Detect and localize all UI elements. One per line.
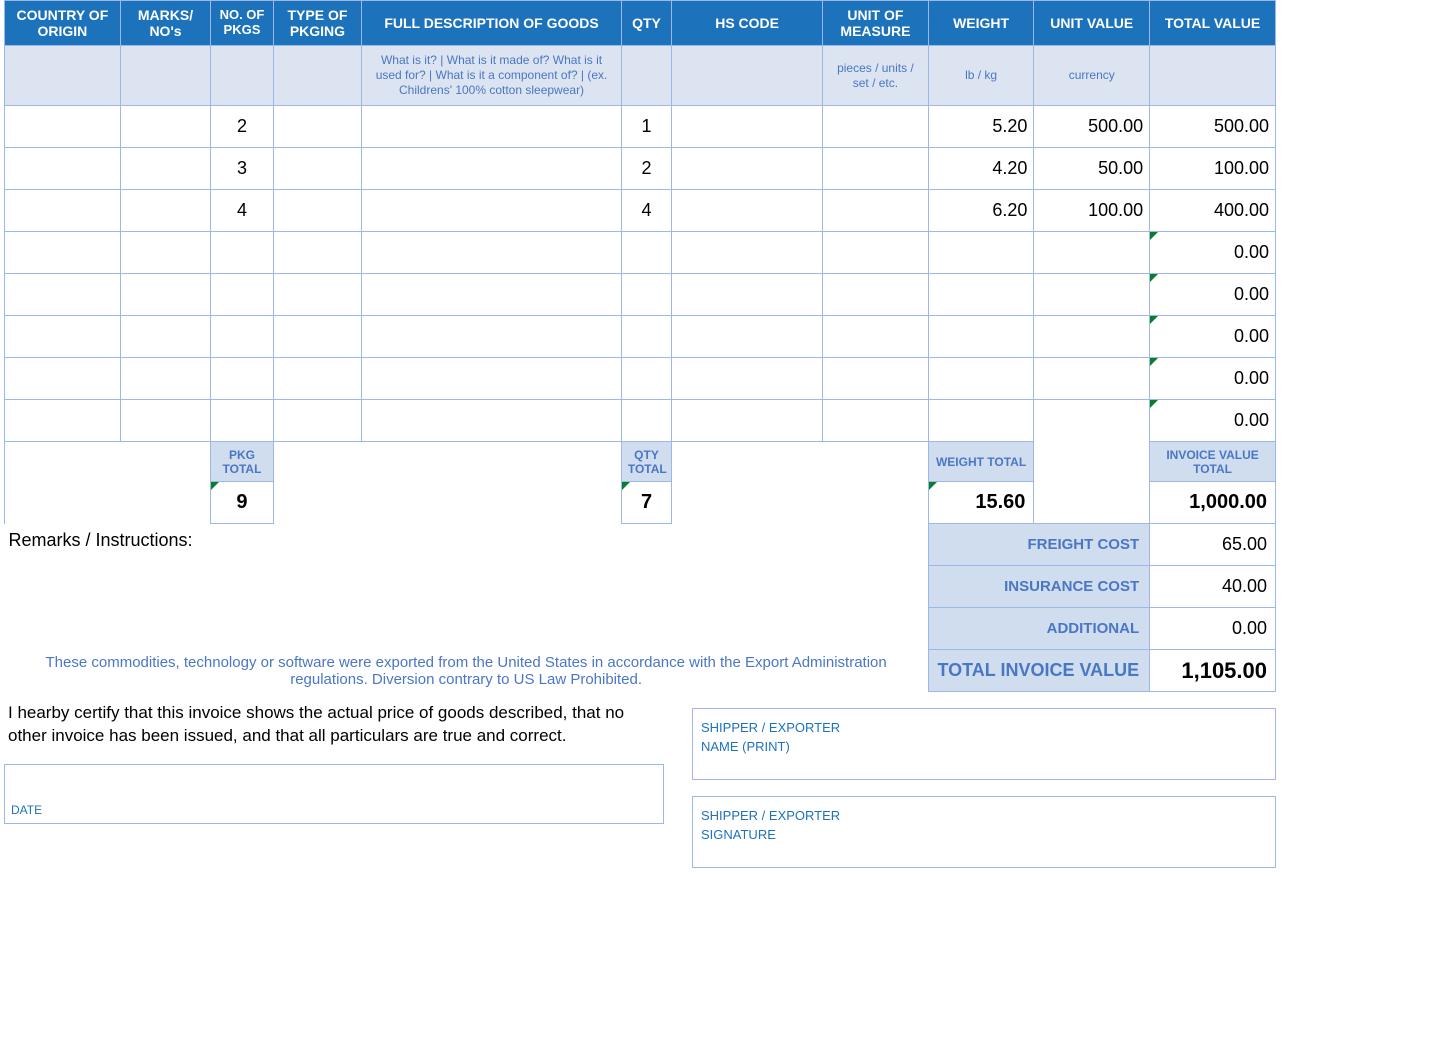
hint-desc: What is it? | What is it made of? What i… — [362, 46, 622, 106]
col-desc: FULL DESCRIPTION OF GOODS — [362, 1, 622, 46]
table-row[interactable]: 324.2050.00100.00 — [5, 148, 1276, 190]
invoice-value-total: 1,000.00 — [1150, 482, 1276, 524]
header-row: COUNTRY OF ORIGIN MARKS/ NO's NO. OF PKG… — [5, 1, 1276, 46]
col-pktype: TYPE OF PKGING — [273, 1, 362, 46]
hint-weight: lb / kg — [928, 46, 1034, 106]
shipper-name-label: SHIPPER / EXPORTER NAME (PRINT) — [701, 719, 1267, 757]
invoice-table: COUNTRY OF ORIGIN MARKS/ NO's NO. OF PKG… — [4, 0, 1276, 692]
table-row[interactable]: 215.20500.00500.00 — [5, 106, 1276, 148]
col-pkgs: NO. OF PKGS — [211, 1, 273, 46]
col-country: COUNTRY OF ORIGIN — [5, 1, 121, 46]
table-row[interactable]: 0.00 — [5, 358, 1276, 400]
col-weight: WEIGHT — [928, 1, 1034, 46]
freight-label: FREIGHT COST — [928, 524, 1149, 566]
export-note: These commodities, technology or softwar… — [5, 650, 929, 692]
shipper-signature-label: SHIPPER / EXPORTER SIGNATURE — [701, 807, 1267, 845]
additional-label: ADDITIONAL — [928, 608, 1149, 650]
insurance-label: INSURANCE COST — [928, 566, 1149, 608]
freight-value[interactable]: 65.00 — [1150, 524, 1276, 566]
additional-value[interactable]: 0.00 — [1150, 608, 1276, 650]
table-row[interactable]: 0.00 — [5, 274, 1276, 316]
total-invoice-value: 1,105.00 — [1150, 650, 1276, 692]
weight-total: 15.60 — [928, 482, 1034, 524]
pkg-total: 9 — [211, 482, 273, 524]
qty-total: 7 — [621, 482, 671, 524]
col-marks: MARKS/ NO's — [120, 1, 211, 46]
remarks-label: Remarks / Instructions: — [5, 524, 929, 650]
insurance-value[interactable]: 40.00 — [1150, 566, 1276, 608]
hint-uom: pieces / units / set / etc. — [823, 46, 929, 106]
col-tval: TOTAL VALUE — [1150, 1, 1276, 46]
table-row[interactable]: 0.00 — [5, 316, 1276, 358]
total-invoice-label: TOTAL INVOICE VALUE — [928, 650, 1149, 692]
col-uom: UNIT OF MEASURE — [823, 1, 929, 46]
col-uval: UNIT VALUE — [1034, 1, 1150, 46]
col-qty: QTY — [621, 1, 671, 46]
table-row[interactable]: 446.20100.00400.00 — [5, 190, 1276, 232]
invoice-total-label: INVOICE VALUE TOTAL — [1150, 442, 1276, 482]
shipper-name-box[interactable]: SHIPPER / EXPORTER NAME (PRINT) — [692, 708, 1276, 780]
weight-total-label: WEIGHT TOTAL — [928, 442, 1034, 482]
date-box[interactable]: DATE — [4, 764, 664, 824]
qty-total-label: QTY TOTAL — [621, 442, 671, 482]
certify-text: I hearby certify that this invoice shows… — [4, 692, 664, 748]
hint-uval: currency — [1034, 46, 1150, 106]
table-row[interactable]: 0.00 — [5, 232, 1276, 274]
col-hs: HS CODE — [672, 1, 823, 46]
table-row[interactable]: 0.00 — [5, 400, 1276, 442]
hint-row: What is it? | What is it made of? What i… — [5, 46, 1276, 106]
shipper-signature-box[interactable]: SHIPPER / EXPORTER SIGNATURE — [692, 796, 1276, 868]
date-label: DATE — [11, 803, 42, 817]
pkg-total-label: PKG TOTAL — [211, 442, 273, 482]
